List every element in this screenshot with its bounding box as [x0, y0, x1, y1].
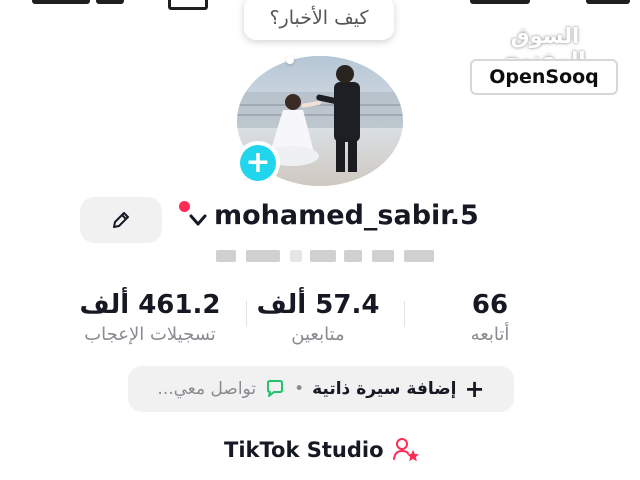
followers-count: 57.4 ألف: [256, 290, 380, 320]
following-label: أتابعه: [470, 324, 510, 345]
person-star-icon: [392, 438, 419, 462]
likes-label: تسجيلات الإعجاب: [84, 324, 216, 345]
likes-stat[interactable]: 461.2 ألف تسجيلات الإعجاب: [60, 290, 240, 345]
note-bubble[interactable]: كيف الأخبار؟: [244, 0, 394, 40]
stat-divider: [404, 301, 405, 327]
contact-me-label: تواصل معي...: [157, 379, 257, 399]
chat-bubble-icon: [267, 380, 284, 397]
plus-icon: +: [240, 145, 276, 181]
followers-stat[interactable]: 57.4 ألف متابعين: [250, 290, 386, 345]
likes-count: 461.2 ألف: [79, 290, 221, 320]
bio-separator: •: [294, 379, 305, 399]
followers-label: متابعين: [291, 324, 345, 345]
stat-divider: [246, 301, 247, 327]
following-count: 66: [471, 290, 509, 320]
following-stat[interactable]: 66 أتابعه: [440, 290, 540, 345]
username[interactable]: mohamed_sabir.5: [214, 200, 479, 231]
pencil-icon: [113, 212, 129, 228]
tiktok-studio-link[interactable]: TikTok Studio: [224, 434, 420, 466]
add-bio-label: إضافة سيرة ذاتية: [312, 379, 457, 399]
tiktok-studio-label: TikTok Studio: [224, 438, 384, 462]
bubble-tail: [286, 56, 294, 64]
edit-profile-button[interactable]: [80, 197, 162, 243]
redacted-handle: [216, 248, 436, 264]
chevron-down-icon[interactable]: [186, 209, 210, 231]
plus-icon: +: [464, 375, 485, 403]
add-story-button[interactable]: +: [236, 141, 280, 185]
watermark-logo: OpenSooq: [470, 59, 618, 95]
add-bio-button[interactable]: + إضافة سيرة ذاتية • تواصل معي...: [128, 366, 514, 412]
